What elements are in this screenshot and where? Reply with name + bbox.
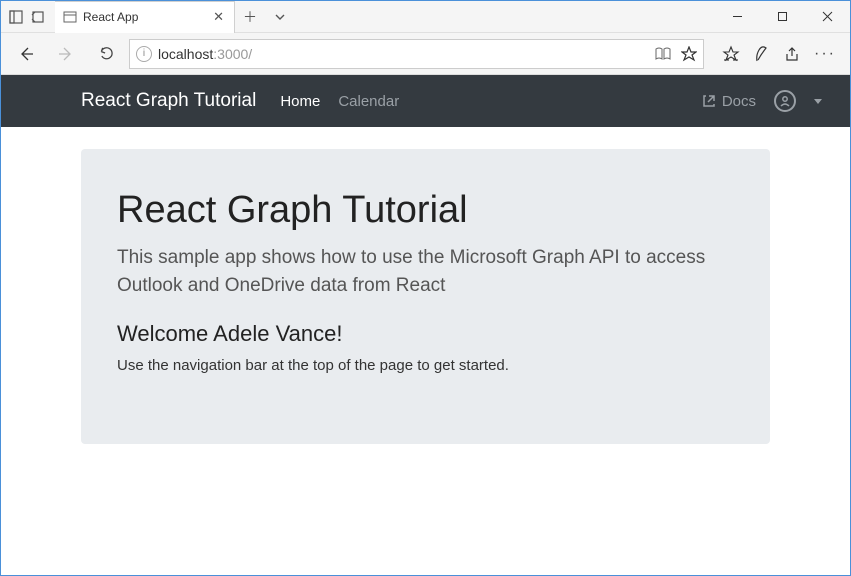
- favorites-hub-icon[interactable]: [722, 45, 740, 63]
- welcome-hint: Use the navigation bar at the top of the…: [117, 357, 734, 374]
- jumbotron: React Graph Tutorial This sample app sho…: [81, 149, 770, 444]
- jumbotron-title: React Graph Tutorial: [117, 189, 734, 232]
- close-window-button[interactable]: [805, 1, 850, 33]
- tab-title: React App: [83, 10, 138, 24]
- share-icon[interactable]: [784, 46, 800, 62]
- refresh-button[interactable]: [89, 37, 123, 71]
- tab-close-icon[interactable]: ✕: [213, 9, 224, 25]
- external-link-icon: [702, 94, 716, 108]
- jumbotron-lead: This sample app shows how to use the Mic…: [117, 244, 734, 299]
- tab-preview-icon[interactable]: [29, 8, 47, 26]
- nav-link-calendar[interactable]: Calendar: [338, 93, 399, 110]
- user-menu-caret-icon[interactable]: [814, 99, 822, 104]
- new-tab-button[interactable]: ＋: [235, 1, 265, 33]
- site-info-icon[interactable]: i: [136, 46, 152, 62]
- nav-link-home[interactable]: Home: [280, 93, 320, 110]
- more-menu-icon[interactable]: ···: [814, 45, 836, 63]
- user-avatar-icon[interactable]: [774, 90, 796, 112]
- browser-tab[interactable]: React App ✕: [55, 1, 235, 33]
- favorite-star-icon[interactable]: [681, 46, 697, 62]
- nav-link-docs[interactable]: Docs: [702, 93, 756, 110]
- docs-label: Docs: [722, 93, 756, 110]
- reading-view-icon[interactable]: [655, 47, 671, 61]
- welcome-heading: Welcome Adele Vance!: [117, 321, 734, 347]
- url-input[interactable]: i localhost:3000/: [129, 39, 704, 69]
- tab-aside-icon[interactable]: [7, 8, 25, 26]
- maximize-button[interactable]: [760, 1, 805, 33]
- tab-favicon: [63, 10, 77, 24]
- browser-address-bar: i localhost:3000/ ···: [1, 33, 850, 75]
- tab-actions-icon[interactable]: [265, 1, 295, 33]
- back-button[interactable]: [9, 37, 43, 71]
- forward-button[interactable]: [49, 37, 83, 71]
- url-text: localhost:3000/: [158, 46, 252, 62]
- app-navbar: React Graph Tutorial Home Calendar Docs: [1, 75, 850, 127]
- page-content: React Graph Tutorial This sample app sho…: [1, 127, 850, 466]
- browser-titlebar: React App ✕ ＋: [1, 1, 850, 33]
- notes-icon[interactable]: [754, 45, 770, 63]
- minimize-button[interactable]: [715, 1, 760, 33]
- navbar-brand[interactable]: React Graph Tutorial: [81, 90, 256, 112]
